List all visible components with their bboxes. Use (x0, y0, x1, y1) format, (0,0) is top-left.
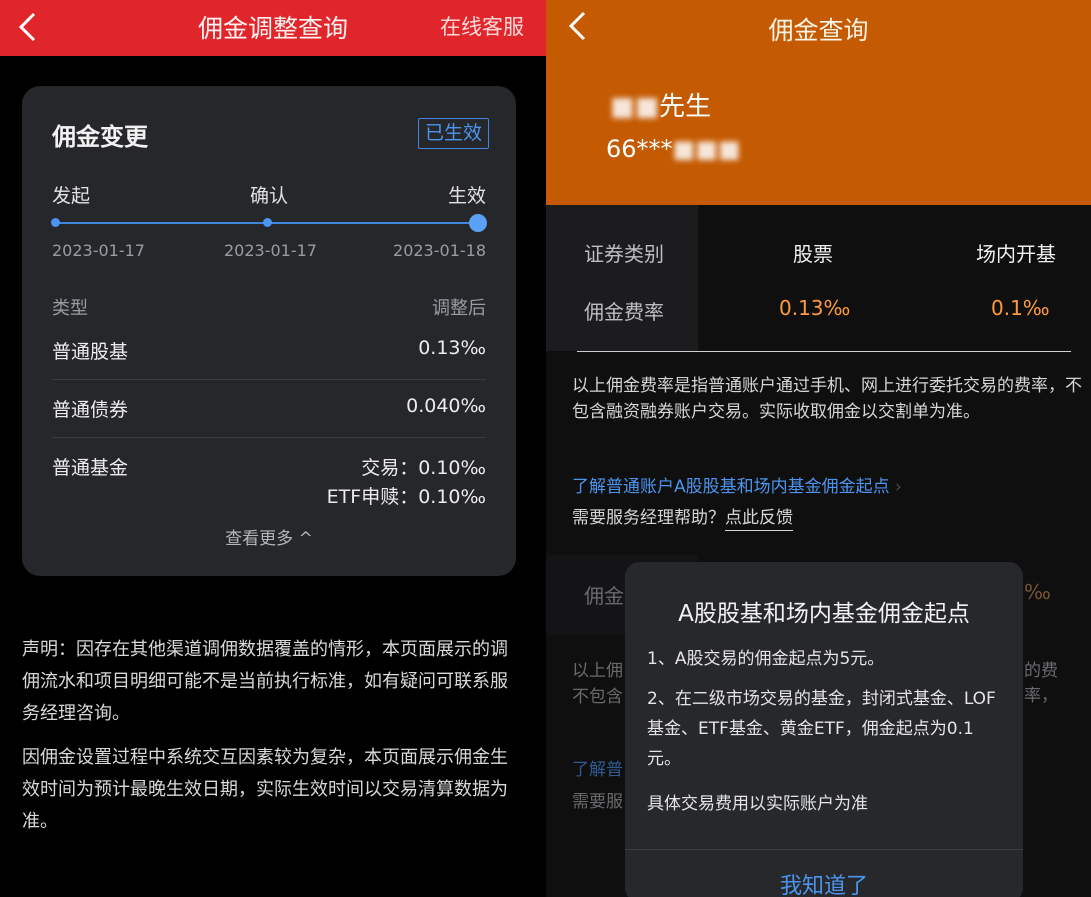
security-type-label: 证券类别 (584, 242, 664, 266)
customer-name: ■■先生 (610, 92, 712, 122)
commission-start-dialog: A股股基和场内基金佣金起点 1、A股交易的佣金起点为5元。 2、在二级市场交易的… (625, 562, 1023, 897)
step-effective-date: 2023-01-18 (393, 241, 486, 260)
table-label-column (546, 205, 698, 351)
online-service-button[interactable]: 在线客服 (440, 11, 524, 41)
column-type-header: 类型 (52, 298, 88, 319)
row-stock-fund-label: 普通股基 (52, 341, 129, 363)
row-bond-label: 普通债券 (52, 399, 129, 421)
commission-start-link[interactable]: 了解普通账户A股股基和场内基金佣金起点 › (572, 472, 902, 497)
chevron-right-icon: › (895, 477, 902, 497)
header-bar: 佣金调整查询 在线客服 (0, 0, 546, 56)
rate-explanation: 以上佣金费率是指普通账户通过手机、网上进行委托交易的费率，不包含融资融券账户交易… (572, 376, 1082, 422)
exchange-fund-rate-value: 0.1‰ (991, 296, 1050, 320)
commission-rate-label: 佣金费率 (584, 300, 664, 324)
row-fund-label: 普通基金 (52, 457, 129, 479)
step-initiate-label: 发起 (52, 185, 91, 207)
dialog-line-3: 具体交易费用以实际账户为准 (647, 794, 868, 814)
dialog-line-1: 1、A股交易的佣金起点为5元。 (647, 649, 885, 669)
row-bond-value: 0.040‰ (406, 395, 486, 417)
step-confirm-dot (263, 218, 272, 227)
step-effective-dot (469, 214, 487, 232)
exchange-fund-column-header: 场内开基 (976, 242, 1056, 266)
table-divider (577, 351, 1071, 352)
stock-column-header: 股票 (793, 242, 833, 266)
dialog-line-2: 2、在二级市场交易的基金，封闭式基金、LOF基金、ETF基金、黄金ETF，佣金起… (647, 689, 996, 769)
stock-rate-value: 0.13‰ (779, 296, 851, 320)
step-initiate-date: 2023-01-17 (52, 241, 145, 260)
dimmed-note: 的费率， (1024, 661, 1058, 706)
dimmed-rate-label: 佣金 (584, 584, 624, 608)
blurred-surname: ■■ (610, 92, 660, 122)
effective-time-note: 因佣金设置过程中系统交互因素较为复杂，本页面展示佣金生效时间为预计最晚生效日期，… (22, 747, 508, 832)
row-divider (52, 379, 486, 380)
column-after-header: 调整后 (432, 298, 486, 319)
row-stock-fund-value: 0.13‰ (418, 337, 486, 359)
commission-adjust-screen: 佣金调整查询 在线客服 佣金变更 已生效 发起 确认 生效 2023-01-17… (0, 0, 546, 897)
dimmed-rate-value: ‰ (1024, 580, 1051, 604)
got-it-button[interactable]: 我知道了 (625, 868, 1023, 897)
dimmed-note: 不包含 (572, 687, 623, 707)
dialog-title: A股股基和场内基金佣金起点 (678, 601, 970, 627)
disclaimer-text: 声明：因存在其他渠道调佣数据覆盖的情形，本页面展示的调佣流水和项目明细可能不是当… (22, 639, 508, 724)
row-divider (52, 437, 486, 438)
row-fund-etf-value: ETF申赎：0.10‰ (326, 486, 486, 508)
step-confirm-date: 2023-01-17 (224, 241, 317, 260)
commission-change-card: 佣金变更 已生效 发起 确认 生效 2023-01-17 2023-01-17 … (22, 86, 516, 576)
help-line: 需要服务经理帮助？点此反馈 (572, 503, 793, 531)
status-badge: 已生效 (418, 118, 490, 149)
dimmed-link: 了解普 (572, 760, 623, 780)
step-initiate-dot (51, 218, 60, 227)
view-more-button[interactable]: 查看更多 ^ (22, 524, 516, 549)
step-confirm-label: 确认 (250, 185, 289, 207)
blurred-account-digits: ■■■ (672, 135, 741, 163)
account-number: 66***■■■ (606, 135, 741, 163)
commission-query-screen: 佣金查询 ■■先生 66***■■■ 证券类别 股票 场内开基 佣金费率 0.1… (546, 0, 1091, 897)
header-bar: 佣金查询 ■■先生 66***■■■ (546, 0, 1091, 205)
dimmed-note: 以上佣 (572, 661, 623, 681)
dialog-divider (625, 849, 1023, 850)
feedback-link[interactable]: 点此反馈 (725, 508, 793, 531)
row-fund-trade-value: 交易：0.10‰ (361, 457, 486, 479)
page-title: 佣金查询 (768, 16, 869, 45)
card-title: 佣金变更 (52, 123, 148, 151)
step-effective-label: 生效 (447, 185, 486, 207)
dimmed-help: 需要服 (572, 792, 623, 812)
